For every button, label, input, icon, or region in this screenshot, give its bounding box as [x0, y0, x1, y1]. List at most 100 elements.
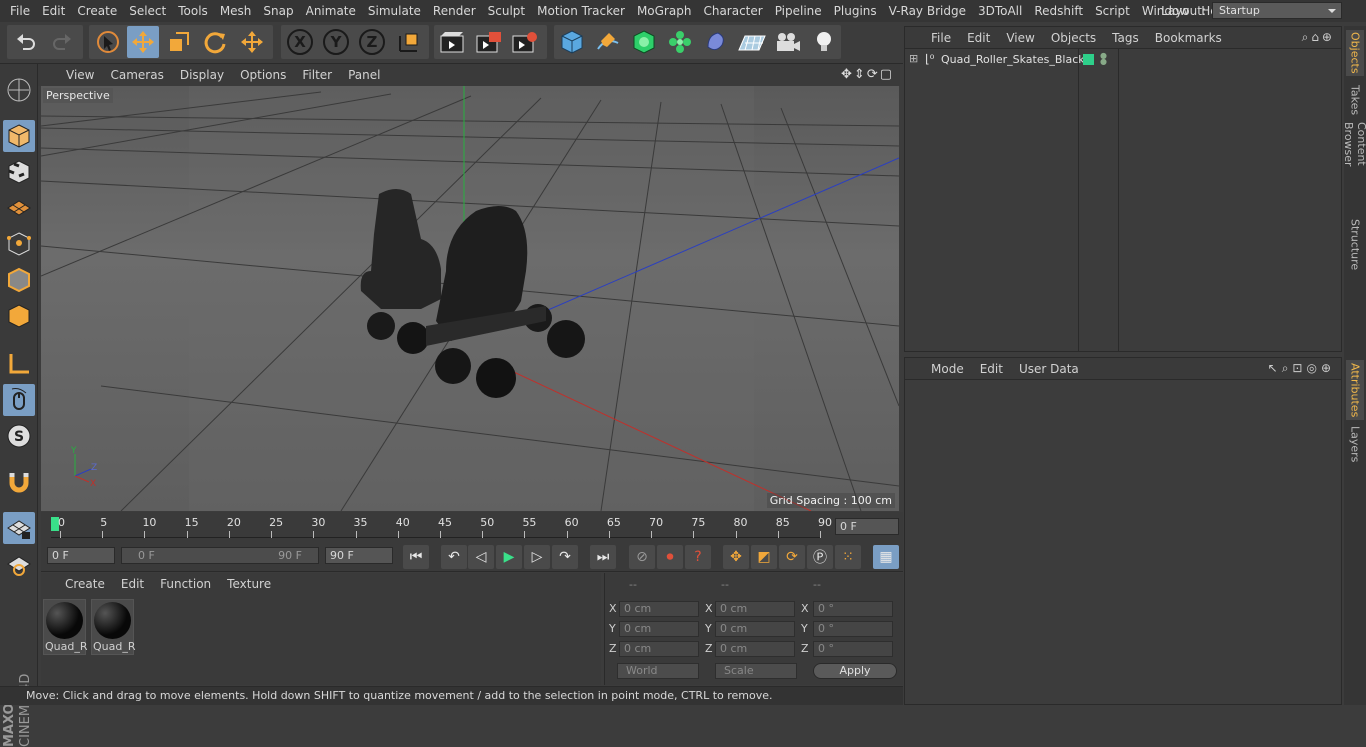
snapping-icon[interactable]: S	[3, 420, 35, 452]
tab-attributes[interactable]: Attributes	[1346, 360, 1364, 420]
menu-create[interactable]: Create	[71, 4, 123, 18]
visibility-dots-icon[interactable]: ● ●	[1100, 52, 1107, 66]
tweak-mode-icon[interactable]	[3, 384, 35, 416]
material-swatch[interactable]: Quad_R	[91, 599, 136, 655]
viewport-menu-cameras[interactable]: Cameras	[102, 68, 171, 82]
size-mode-dropdown[interactable]: Scale	[715, 663, 797, 679]
menu-select[interactable]: Select	[123, 4, 172, 18]
attribute-menu-mode[interactable]: Mode	[923, 362, 972, 376]
key-scale-icon[interactable]: ◩	[751, 545, 777, 569]
light-icon[interactable]	[808, 26, 840, 58]
undo-icon[interactable]	[10, 26, 42, 58]
previous-frame-icon[interactable]: ◁	[468, 545, 494, 569]
previous-key-icon[interactable]: ↶	[441, 545, 467, 569]
menu-motion-tracker[interactable]: Motion Tracker	[531, 4, 631, 18]
material-menu-function[interactable]: Function	[152, 577, 219, 591]
rotation-b-field[interactable]: 0 °	[813, 641, 893, 657]
viewport-menu-options[interactable]: Options	[232, 68, 294, 82]
menu-mograph[interactable]: MoGraph	[631, 4, 698, 18]
menu-snap[interactable]: Snap	[257, 4, 299, 18]
layout-select[interactable]: Startup	[1212, 2, 1342, 19]
play-forward-icon[interactable]: ▶	[496, 545, 522, 569]
go-to-start-icon[interactable]: ⏮	[403, 545, 429, 569]
menu-vray-bridge[interactable]: V-Ray Bridge	[883, 4, 972, 18]
render-view-icon[interactable]	[437, 26, 469, 58]
menu-redshift[interactable]: Redshift	[1028, 4, 1089, 18]
scale-tool-icon[interactable]	[163, 26, 195, 58]
record-keys-icon[interactable]: ⊘	[629, 545, 655, 569]
attribute-menu-edit[interactable]: Edit	[972, 362, 1011, 376]
timeline-track[interactable]: 0 5 10 15 20 25 30 35 40 45 50 55 60 65 70 75 80 85 90	[51, 516, 832, 538]
size-z-field[interactable]: 0 cm	[715, 641, 795, 657]
menu-file[interactable]: File	[4, 4, 36, 18]
camera-icon[interactable]	[772, 26, 804, 58]
object-menu-tags[interactable]: Tags	[1104, 31, 1147, 45]
subdivision-surface-icon[interactable]	[628, 26, 660, 58]
coordinate-system-icon[interactable]	[393, 26, 425, 58]
next-key-icon[interactable]: ↷	[552, 545, 578, 569]
viewport-menu-view[interactable]: View	[58, 68, 102, 82]
points-mode-icon[interactable]	[3, 228, 35, 260]
tab-takes[interactable]: Takes	[1346, 80, 1364, 120]
key-position-icon[interactable]: ✥	[723, 545, 749, 569]
rotation-p-field[interactable]: 0 °	[813, 621, 893, 637]
tab-layers[interactable]: Layers	[1346, 424, 1364, 464]
current-frame-field[interactable]: 0 F	[835, 518, 899, 535]
menu-plugins[interactable]: Plugins	[828, 4, 883, 18]
menu-animate[interactable]: Animate	[300, 4, 362, 18]
cube-primitive-icon[interactable]	[556, 26, 588, 58]
redo-icon[interactable]	[46, 26, 78, 58]
menu-simulate[interactable]: Simulate	[362, 4, 427, 18]
menu-script[interactable]: Script	[1089, 4, 1136, 18]
object-menu-view[interactable]: View	[998, 31, 1042, 45]
viewport-nav-icons[interactable]: ✥⇕⟳▢	[841, 67, 894, 82]
texture-mode-icon[interactable]	[3, 156, 35, 188]
position-x-field[interactable]: 0 cm	[619, 601, 699, 617]
3d-viewport[interactable]: Y Z X Perspective Grid Spacing : 100 cm	[41, 86, 899, 511]
tab-objects[interactable]: Objects	[1346, 30, 1364, 76]
recent-tool-icon[interactable]	[236, 26, 268, 58]
menu-mesh[interactable]: Mesh	[214, 4, 258, 18]
material-swatch[interactable]: Quad_R	[43, 599, 88, 655]
magnet-icon[interactable]	[3, 466, 35, 498]
workplane-icon[interactable]	[3, 192, 35, 224]
planar-workplane-icon[interactable]	[3, 548, 35, 580]
menu-character[interactable]: Character	[697, 4, 768, 18]
move-tool-icon[interactable]	[127, 26, 159, 58]
keyframe-selection-icon[interactable]: ?	[685, 545, 711, 569]
go-to-end-icon[interactable]: ⏭	[590, 545, 616, 569]
viewport-camera-label[interactable]: Perspective	[43, 88, 113, 103]
size-y-field[interactable]: 0 cm	[715, 621, 795, 637]
rotation-h-field[interactable]: 0 °	[813, 601, 893, 617]
object-menu-file[interactable]: File	[923, 31, 959, 45]
coordinate-space-dropdown[interactable]: World	[617, 663, 699, 679]
timeline-window-icon[interactable]: ▦	[873, 545, 899, 569]
timeline-ruler[interactable]: 0 5 10 15 20 25 30 35 40 45 50 55 60 65 70 75 80 85 90 0 F	[41, 512, 903, 542]
expand-icon[interactable]: ⊞	[909, 52, 918, 65]
preview-range-slider[interactable]: 0 F 90 F	[121, 547, 319, 564]
attribute-nav-icons[interactable]: ↖⌕⊡◎⊕	[1268, 361, 1335, 376]
size-x-field[interactable]: 0 cm	[715, 601, 795, 617]
z-axis-lock-button[interactable]: Z	[356, 26, 388, 58]
tab-structure[interactable]: Structure	[1346, 216, 1364, 274]
viewport-menu-filter[interactable]: Filter	[294, 68, 340, 82]
object-search-icon[interactable]: ⌕⌂⊕	[1302, 30, 1335, 45]
object-row[interactable]: ⊞ ⌊⁰ Quad_Roller_Skates_Black ● ●	[905, 51, 1341, 69]
floor-icon[interactable]	[736, 26, 768, 58]
live-selection-icon[interactable]	[92, 26, 124, 58]
object-menu-edit[interactable]: Edit	[959, 31, 998, 45]
pen-spline-icon[interactable]	[592, 26, 624, 58]
viewport-menu-panel[interactable]: Panel	[340, 68, 388, 82]
menu-render[interactable]: Render	[427, 4, 482, 18]
axis-mode-icon[interactable]	[3, 348, 35, 380]
tab-content-browser[interactable]: Content Browser	[1342, 122, 1366, 212]
material-menu-create[interactable]: Create	[57, 577, 113, 591]
render-settings-icon[interactable]	[509, 26, 541, 58]
polygons-mode-icon[interactable]	[3, 300, 35, 332]
cloner-icon[interactable]	[664, 26, 696, 58]
object-menu-objects[interactable]: Objects	[1043, 31, 1104, 45]
x-axis-lock-button[interactable]: X	[284, 26, 316, 58]
attribute-menu-user-data[interactable]: User Data	[1011, 362, 1087, 376]
key-rotation-icon[interactable]: ⟳	[779, 545, 805, 569]
material-menu-texture[interactable]: Texture	[219, 577, 279, 591]
